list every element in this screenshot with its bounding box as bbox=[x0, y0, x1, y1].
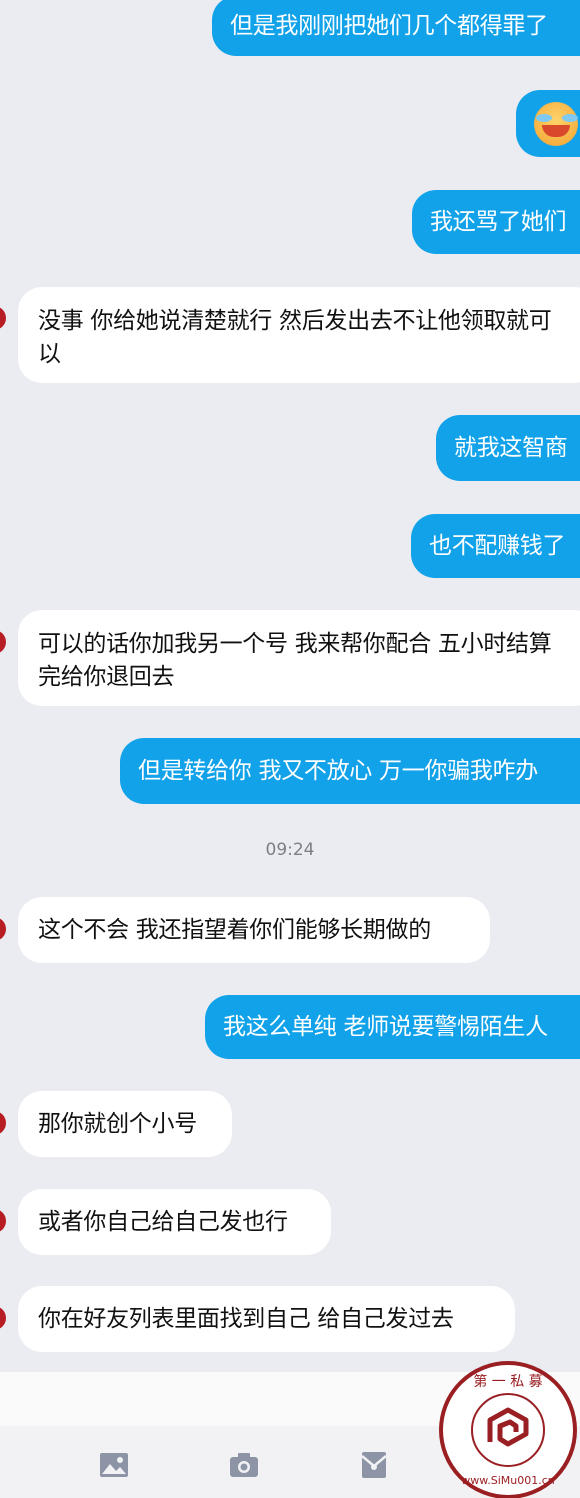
message-text: 那你就创个小号 bbox=[38, 1111, 197, 1137]
message-text: 也不配赚钱了 bbox=[429, 532, 566, 559]
red-packet-icon[interactable] bbox=[359, 1452, 389, 1478]
incoming-message-bubble[interactable]: 没事 你给她说清楚就行 然后发出去不让他领取就可以 bbox=[18, 287, 580, 383]
incoming-message-bubble[interactable]: 或者你自己给自己发也行 bbox=[18, 1189, 331, 1255]
contact-avatar[interactable] bbox=[0, 1209, 6, 1233]
crying-laughing-emoji-icon bbox=[534, 101, 578, 146]
incoming-message-bubble[interactable]: 这个不会 我还指望着你们能够长期做的 bbox=[18, 897, 490, 963]
camera-icon[interactable] bbox=[229, 1452, 259, 1478]
message-text: 没事 你给她说清楚就行 然后发出去不让他领取就可以 bbox=[38, 308, 552, 367]
incoming-message-bubble[interactable]: 可以的话你加我另一个号 我来帮你配合 五小时结算完给你退回去 bbox=[18, 610, 580, 706]
watermark-bottom-text: www.SiMu001.cn bbox=[461, 1474, 555, 1487]
outgoing-message-bubble[interactable]: 就我这智商 bbox=[436, 415, 580, 481]
message-timestamp: 09:24 bbox=[265, 840, 315, 860]
watermark-top-text: 第 一 私 募 bbox=[473, 1373, 542, 1390]
outgoing-message-bubble[interactable]: 我这么单纯 老师说要警惕陌生人 bbox=[205, 995, 580, 1059]
message-text: 但是转给你 我又不放心 万一你骗我咋办 bbox=[138, 757, 538, 784]
outgoing-message-bubble[interactable]: 也不配赚钱了 bbox=[411, 514, 580, 578]
contact-avatar[interactable] bbox=[0, 1111, 6, 1135]
outgoing-message-bubble[interactable]: 但是我刚刚把她们几个都得罪了 bbox=[212, 0, 580, 56]
outgoing-message-bubble[interactable]: 我还骂了她们 bbox=[412, 190, 580, 254]
outgoing-emoji-bubble[interactable] bbox=[516, 90, 580, 157]
contact-avatar[interactable] bbox=[0, 1306, 6, 1330]
incoming-message-bubble[interactable]: 你在好友列表里面找到自己 给自己发过去 bbox=[18, 1286, 515, 1352]
incoming-message-bubble[interactable]: 那你就创个小号 bbox=[18, 1091, 232, 1157]
contact-avatar[interactable] bbox=[0, 306, 6, 330]
contact-avatar[interactable] bbox=[0, 917, 6, 941]
contact-avatar[interactable] bbox=[0, 630, 6, 654]
message-text: 可以的话你加我另一个号 我来帮你配合 五小时结算完给你退回去 bbox=[38, 631, 552, 690]
message-text: 就我这智商 bbox=[454, 434, 568, 461]
message-text: 我这么单纯 老师说要警惕陌生人 bbox=[223, 1013, 548, 1040]
message-text: 或者你自己给自己发也行 bbox=[38, 1209, 288, 1235]
outgoing-message-bubble[interactable]: 但是转给你 我又不放心 万一你骗我咋办 bbox=[120, 738, 580, 804]
message-text: 这个不会 我还指望着你们能够长期做的 bbox=[38, 917, 431, 943]
image-icon[interactable] bbox=[99, 1452, 129, 1478]
message-text: 你在好友列表里面找到自己 给自己发过去 bbox=[38, 1306, 454, 1332]
message-text: 但是我刚刚把她们几个都得罪了 bbox=[230, 12, 548, 39]
watermark-seal: 第 一 私 募 www.SiMu001.cn bbox=[434, 1356, 580, 1498]
message-text: 我还骂了她们 bbox=[430, 208, 567, 235]
